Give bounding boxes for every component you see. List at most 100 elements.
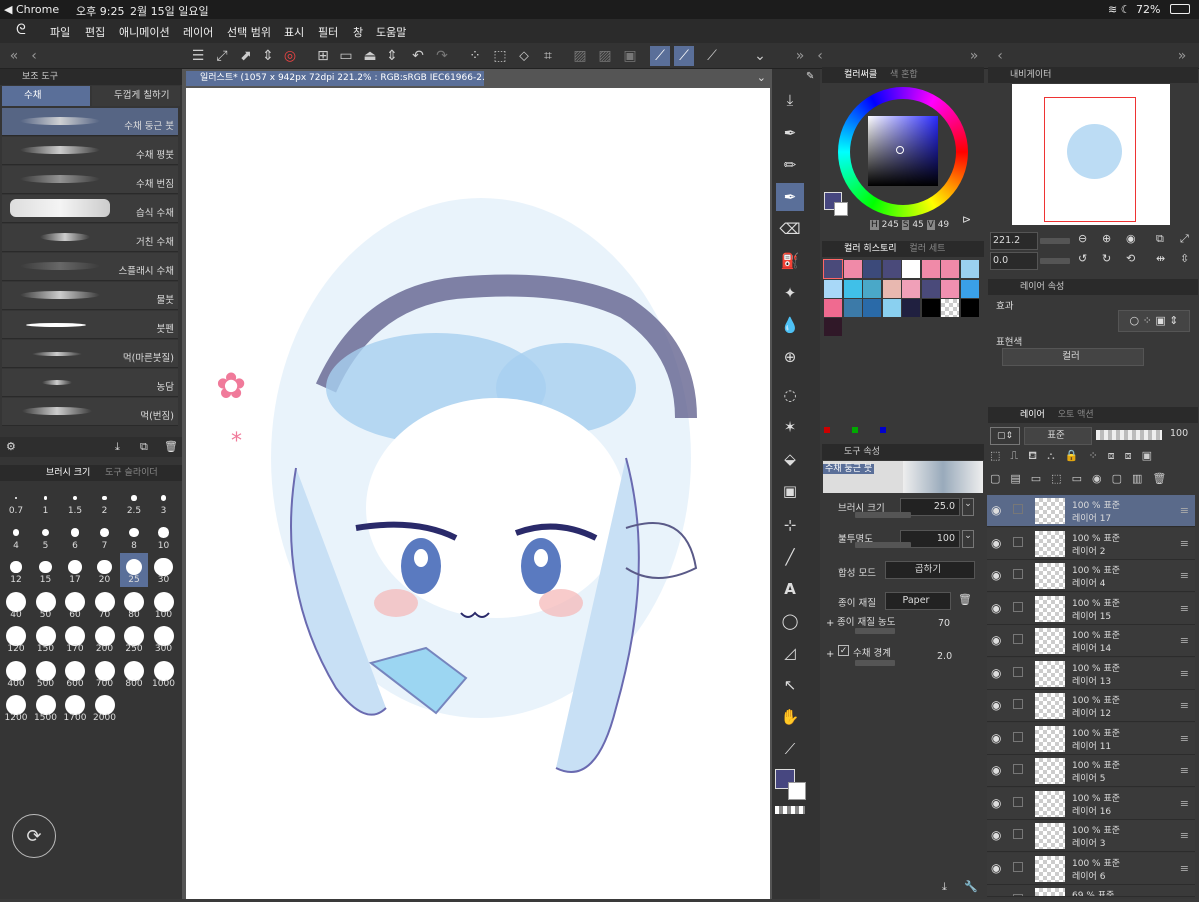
brush-size-option[interactable]: 5 xyxy=(32,519,60,553)
history-color-swatch[interactable] xyxy=(824,299,842,317)
layer-opacity-value[interactable]: 100 xyxy=(1170,428,1188,439)
lock-icon[interactable]: ▣ xyxy=(620,46,640,66)
zoom-in-icon[interactable]: ⊕ xyxy=(1102,232,1111,245)
layer-menu-icon[interactable]: ≡ xyxy=(1180,732,1189,745)
brush-item[interactable]: 습식 수채 xyxy=(2,195,178,223)
brush-size-option[interactable]: 100 xyxy=(150,588,178,622)
layer-check[interactable] xyxy=(1013,699,1023,709)
resize-icon[interactable]: ⬈ xyxy=(236,46,256,66)
layer-menu-icon[interactable]: ≡ xyxy=(1180,699,1189,712)
rotate-device-icon[interactable]: ⟳ xyxy=(12,814,56,858)
layer-menu-icon[interactable]: ≡ xyxy=(1180,634,1189,647)
expression-color-select[interactable]: 컬러 xyxy=(1002,348,1144,366)
history-color-swatch[interactable] xyxy=(902,260,920,278)
brush-size-option[interactable]: 20 xyxy=(91,553,119,587)
effect-buttons[interactable]: ○ ⁘ ▣ ⇕ xyxy=(1118,310,1190,332)
chevron-panel-icon[interactable]: ‹ xyxy=(990,46,1010,66)
opacity-slider[interactable] xyxy=(855,542,911,548)
history-color-swatch[interactable] xyxy=(843,260,862,278)
companion-icon[interactable]: ◎ xyxy=(280,46,300,66)
layer-row[interactable]: ◉ 100 % 표준 레이어 3 ≡ xyxy=(987,820,1195,852)
navigator-preview[interactable] xyxy=(1012,84,1170,225)
layer-menu-icon[interactable]: ≡ xyxy=(1180,504,1189,517)
brush-size-option[interactable]: 7 xyxy=(91,519,119,553)
wrench-icon[interactable]: 🔧 xyxy=(964,880,978,893)
blend-tool-icon[interactable]: 💧 xyxy=(776,311,804,339)
zoom-slider[interactable] xyxy=(1040,238,1070,244)
layer-row[interactable]: ◉ 100 % 표준 레이어 17 ≡ xyxy=(987,495,1195,527)
hand-tool-icon[interactable]: ✋ xyxy=(776,703,804,731)
wc-edge-value[interactable]: 2.0 xyxy=(937,651,952,662)
brush-size-slider[interactable] xyxy=(855,512,911,518)
paper-density-expand-icon[interactable]: + xyxy=(826,618,834,629)
eye-icon[interactable]: ◉ xyxy=(991,633,1001,647)
snap-special-icon[interactable]: ⟋ xyxy=(674,46,694,66)
brush-size-option[interactable]: 40 xyxy=(2,588,30,622)
collapse-panel-icon[interactable]: » xyxy=(964,46,984,66)
tab-auto-action[interactable]: 오토 액션 xyxy=(1058,410,1094,420)
layer-row[interactable]: ◉ 100 % 표준 레이어 11 ≡ xyxy=(987,722,1195,755)
brush-size-option[interactable]: 400 xyxy=(2,657,30,691)
fit-window-icon[interactable]: ⧉ xyxy=(1156,232,1164,246)
deselect-icon[interactable]: ⁘ xyxy=(465,46,485,66)
history-color-swatch[interactable] xyxy=(960,279,979,298)
brush-size-option[interactable]: 0.7 xyxy=(2,484,30,518)
eye-icon[interactable]: ◉ xyxy=(991,796,1001,810)
brush-item[interactable]: 수채 둥근 붓 xyxy=(2,108,178,136)
menu-layer[interactable]: 레이어 xyxy=(183,24,213,40)
pen-tool-icon[interactable]: ✒ xyxy=(776,119,804,147)
rotation-field[interactable]: 0.0 xyxy=(990,252,1038,270)
brush-size-dropdown[interactable]: ⌄ xyxy=(962,498,974,516)
brush-size-option[interactable]: 15 xyxy=(32,553,60,587)
decoration-tool-icon[interactable]: ✦ xyxy=(776,279,804,307)
menu-file[interactable]: 파일 xyxy=(50,24,70,40)
layer-row[interactable]: ◉ 100 % 표준 레이어 12 ≡ xyxy=(987,690,1195,722)
download-settings-icon[interactable]: ⤓ xyxy=(942,880,947,894)
brush-size-option[interactable]: 200 xyxy=(91,622,119,656)
tab-color-history[interactable]: 컬러 히스토리 xyxy=(844,244,897,254)
layer-check[interactable] xyxy=(1013,536,1023,547)
opacity-dropdown[interactable]: ⌄ xyxy=(962,530,974,548)
history-color-swatch[interactable] xyxy=(941,299,959,317)
back-to-app[interactable]: ◀ Chrome xyxy=(4,3,59,16)
brush-size-option[interactable]: 2000 xyxy=(91,691,119,725)
tab-brush-size[interactable]: 브러시 크기 xyxy=(46,468,90,478)
layer-menu-icon[interactable]: ≡ xyxy=(1180,862,1189,875)
brush-size-option[interactable]: 500 xyxy=(32,657,60,691)
chevron-down-icon[interactable]: ⌄ xyxy=(750,46,770,66)
layer-check[interactable] xyxy=(1013,829,1023,839)
redo-icon[interactable]: ↷ xyxy=(432,46,452,66)
layer-row[interactable]: ◉ 100 % 표준 레이어 4 ≡ xyxy=(987,560,1195,592)
tab-layer[interactable]: 레이어 xyxy=(1020,410,1045,420)
brush-size-option[interactable]: 70 xyxy=(91,588,119,622)
layer-check[interactable] xyxy=(1013,764,1023,774)
fit-navigator-icon[interactable]: ⤢ xyxy=(1180,232,1189,246)
transform-icon[interactable]: ⬚ xyxy=(490,46,510,66)
actual-size-icon[interactable]: ◉ xyxy=(1126,232,1136,245)
fit-canvas-icon[interactable]: ⤢ xyxy=(212,46,232,66)
tab-tool-slider[interactable]: 도구 슬라이더 xyxy=(105,468,158,478)
brush-size-option[interactable]: 17 xyxy=(61,553,89,587)
history-color-swatch[interactable] xyxy=(863,260,881,278)
duplicate-icon[interactable]: ⧉ xyxy=(140,440,148,454)
history-color-swatch[interactable] xyxy=(824,318,842,336)
pencil-tool-icon[interactable]: ✏ xyxy=(776,151,804,179)
expand-panel-icon[interactable]: » xyxy=(1172,46,1192,66)
eye-icon[interactable]: ◉ xyxy=(991,601,1001,615)
sub-color-swatch[interactable] xyxy=(788,782,806,800)
download-icon[interactable]: ⤓ xyxy=(115,440,120,454)
brush-size-option[interactable]: 2 xyxy=(91,484,119,518)
layer-row[interactable]: ◉ 100 % 표준 레이어 15 ≡ xyxy=(987,592,1195,625)
wc-edge-slider[interactable] xyxy=(855,660,895,666)
fill-tool-icon[interactable]: ⬙ xyxy=(776,445,804,473)
layer-type-icon[interactable]: ▢⇕ xyxy=(990,427,1020,445)
chevron-right-icon[interactable]: ‹ xyxy=(810,46,830,66)
brush-size-option[interactable]: 600 xyxy=(61,657,89,691)
menu-animation[interactable]: 애니메이션 xyxy=(119,24,170,40)
brush-size-option[interactable]: 1700 xyxy=(61,691,89,725)
line-tool-icon[interactable]: ╱ xyxy=(776,543,804,571)
play-icon[interactable]: ⊳ xyxy=(962,213,971,226)
rotate-right-icon[interactable]: ↻ xyxy=(1102,252,1111,265)
zoom-field[interactable]: 221.2 xyxy=(990,232,1038,250)
brush-edit-icon[interactable]: ✎ xyxy=(806,71,814,82)
